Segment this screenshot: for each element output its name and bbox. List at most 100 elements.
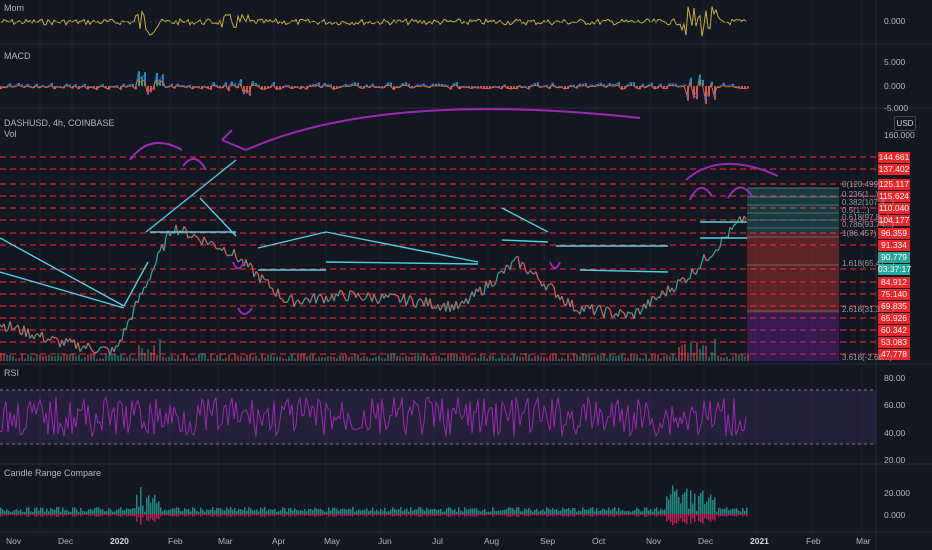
crc-bar-down (646, 514, 648, 517)
crc-bar-down (486, 514, 488, 515)
crc-bar-down (312, 514, 314, 516)
crc-bar-up (414, 509, 416, 514)
crc-bar-down (356, 514, 358, 516)
crc-bar-up (84, 511, 86, 514)
crc-bar-down (594, 514, 596, 516)
crc-bar-up (108, 507, 110, 514)
volume-bar (699, 348, 701, 361)
volume-bar (510, 358, 512, 361)
crc-bar-up (416, 509, 418, 514)
macd-axis-label: 0.000 (884, 81, 906, 91)
crc-bar-down (462, 514, 464, 516)
crc-bar-up (678, 497, 680, 514)
volume-bar (351, 356, 353, 361)
crc-bar-up (16, 509, 18, 514)
crc-bar-down (416, 514, 418, 516)
crc-bar-up (510, 507, 512, 514)
crc-bar-down (386, 514, 388, 515)
time-axis-label: 2020 (110, 536, 129, 546)
volume-bar (534, 356, 536, 361)
crc-bar-up (354, 511, 356, 514)
annotation-curve (685, 162, 779, 181)
volume-bar (54, 356, 56, 361)
crc-bar-up (322, 510, 324, 514)
price-candle (183, 225, 187, 230)
crc-bar-up (170, 509, 172, 514)
crc-bar-up (124, 510, 126, 514)
volume-bar (546, 357, 548, 361)
crc-bar-down (572, 514, 574, 517)
crc-bar-up (22, 511, 24, 514)
volume-bar (27, 354, 29, 361)
price-candle (639, 309, 643, 315)
fibonacci-extension (747, 187, 839, 361)
trendline (257, 231, 327, 249)
crc-bar-down (658, 514, 660, 516)
crc-bar-up (274, 508, 276, 514)
crc-bar-down (300, 514, 302, 516)
crc-bar-up (54, 509, 56, 514)
volume-bar (708, 357, 710, 361)
price-candle (529, 270, 533, 274)
currency-button[interactable]: USD (894, 116, 916, 131)
volume-bar (561, 357, 563, 361)
crc-bar-up (644, 507, 646, 514)
crc-bar-down (222, 514, 224, 516)
crc-bar-up (24, 511, 26, 514)
crc-bar-up (62, 507, 64, 514)
volume-bar (12, 356, 14, 361)
crc-bar-up (442, 511, 444, 514)
crc-bar-down (724, 514, 726, 517)
price-candle (155, 252, 159, 264)
drawings[interactable] (0, 108, 779, 315)
crc-bar-down (608, 514, 610, 517)
crc-bar-up (734, 508, 736, 514)
crc-bar-down (250, 514, 252, 517)
volume-bar (75, 356, 77, 361)
price-candle (667, 285, 671, 293)
volume-bar (366, 356, 368, 361)
crc-bar-down (98, 514, 100, 517)
volume-bar (678, 347, 680, 361)
crc-bar-down (674, 514, 676, 524)
crc-bar-down (350, 514, 352, 516)
horizontal-levels (0, 156, 876, 355)
crc-bar-down (326, 514, 328, 516)
crc-bar-down (494, 514, 496, 516)
volume-bar (600, 355, 602, 361)
volume-bar (543, 357, 545, 361)
volume-bar (108, 355, 110, 361)
crc-bar-up (150, 502, 152, 514)
macd-histogram-bar (138, 71, 140, 86)
crc-bar-down (712, 514, 714, 520)
crc-bar-down (514, 514, 516, 516)
crc-bar-down (100, 514, 102, 516)
crc-bar-up (560, 510, 562, 514)
crc-bar-up (692, 503, 694, 514)
crc-bar-up (448, 507, 450, 514)
crc-bar-down (492, 514, 494, 517)
crc-bar-up (72, 507, 74, 514)
crc-bar-up (654, 508, 656, 514)
price-candle (611, 315, 615, 318)
crc-bar-up (452, 510, 454, 514)
price-candle (9, 321, 13, 330)
crc-bar-up (674, 491, 676, 514)
crc-bar-up (50, 507, 52, 514)
price-candle (127, 318, 131, 322)
crc-bar-up (284, 507, 286, 514)
crc-bar-up (514, 509, 516, 514)
chart-canvas[interactable] (0, 0, 932, 550)
crc-bar-down (668, 514, 670, 520)
crc-bar-down (662, 514, 664, 516)
crc-bar-down (504, 514, 506, 516)
price-candle (313, 293, 317, 304)
crc-bar-down (298, 514, 300, 516)
crc-bar-up (140, 487, 142, 514)
crc-bar-down (12, 514, 14, 516)
price-candle (41, 331, 45, 342)
crc-bar-down (92, 514, 94, 516)
crc-bar-up (288, 508, 290, 514)
price-candle (661, 290, 665, 294)
price-candle (731, 224, 735, 230)
